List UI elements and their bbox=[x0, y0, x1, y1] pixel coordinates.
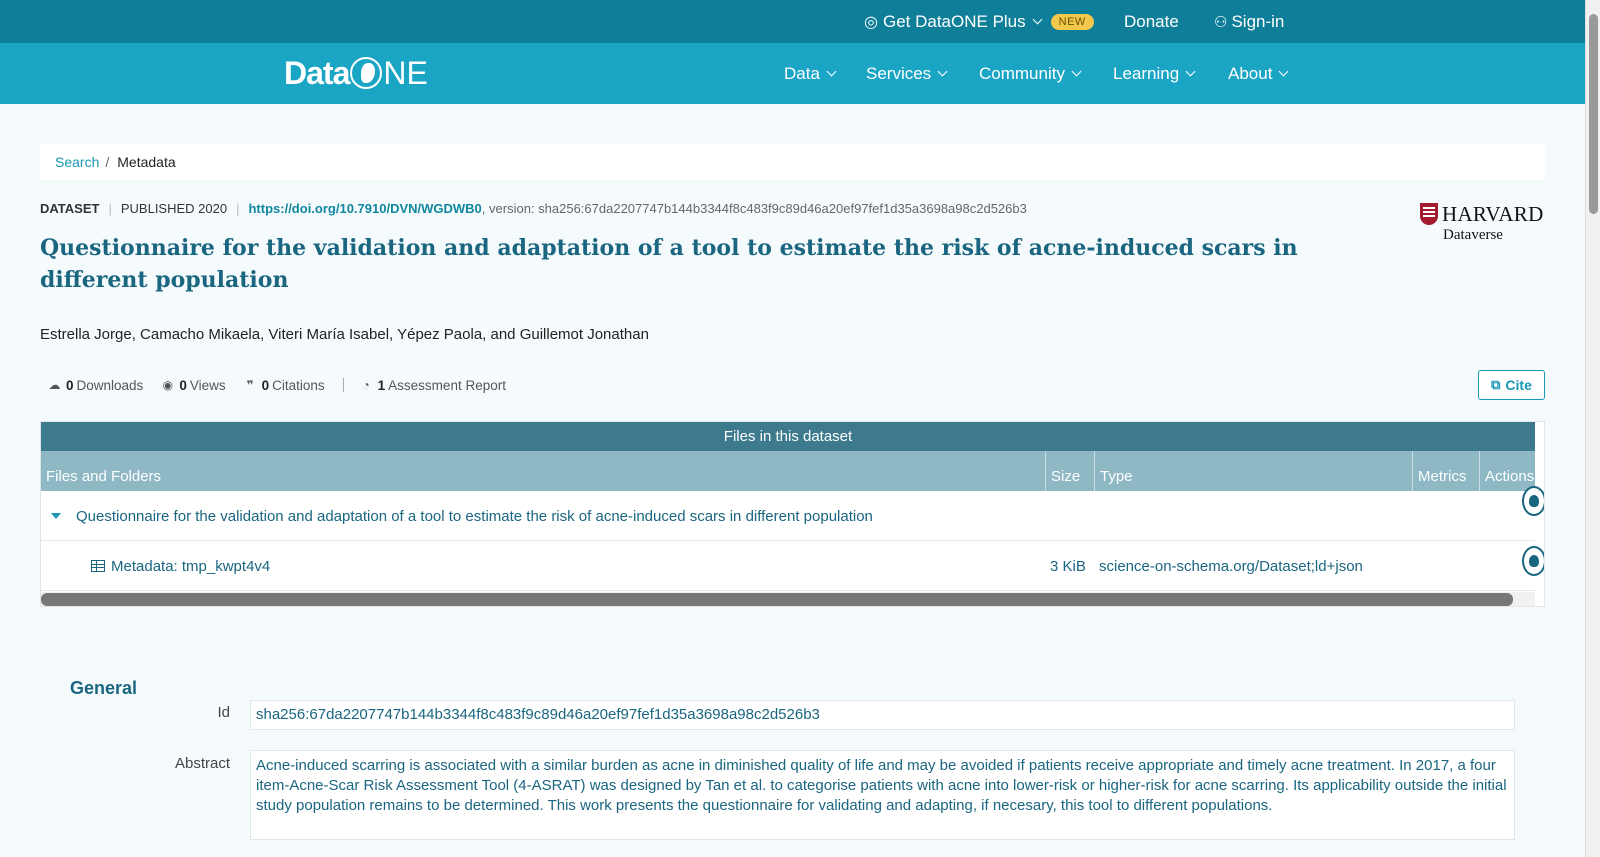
metadata-action-icon[interactable] bbox=[1522, 546, 1544, 576]
general-section-heading: General bbox=[70, 678, 138, 698]
nav-community-label: Community bbox=[979, 63, 1065, 83]
column-actions[interactable]: Actions bbox=[1479, 451, 1535, 491]
downloads-label: Downloads bbox=[76, 377, 144, 393]
downloads-count: 0 bbox=[66, 377, 74, 393]
globe-plus-icon: ◎ bbox=[864, 13, 878, 31]
donate-link[interactable]: Donate bbox=[1124, 0, 1179, 43]
dataset-title: Questionnaire for the validation and ada… bbox=[40, 235, 1298, 293]
views-count: 0 bbox=[179, 377, 187, 393]
dataset-metrics: ☁ 0 Downloads ◉ 0 Views ❞ 0 Citations ◔ … bbox=[48, 375, 524, 395]
assessment-label: Assessment Report bbox=[388, 377, 506, 393]
citations-count: 0 bbox=[261, 377, 270, 393]
logo-text-data: Data bbox=[284, 54, 350, 91]
chevron-down-icon bbox=[1032, 14, 1043, 25]
cloud-download-icon: ☁ bbox=[48, 377, 61, 392]
gauge-icon: ◔ bbox=[362, 377, 370, 392]
package-row[interactable]: Questionnaire for the validation and ada… bbox=[41, 486, 1544, 541]
nav-about[interactable]: About bbox=[1228, 43, 1289, 104]
copy-icon: ⧉ bbox=[1491, 377, 1501, 392]
breadcrumb: Search / Metadata bbox=[40, 144, 1545, 180]
repository-logo[interactable]: HARVARD Dataverse bbox=[1420, 202, 1545, 246]
get-dataone-plus-label: Get DataONE Plus bbox=[882, 11, 1026, 31]
id-value: sha256:67da2207747b144b3344f8c483f9c89d4… bbox=[250, 700, 1515, 730]
metadata-file-name-cell[interactable]: Metadata: tmp_kwpt4v4 bbox=[91, 541, 270, 591]
published-year: PUBLISHED 2020 bbox=[120, 200, 228, 216]
repository-logo-line2: Dataverse bbox=[1443, 227, 1503, 243]
metadata-file-row[interactable]: Metadata: tmp_kwpt4v4 3 KiB science-on-s… bbox=[41, 541, 1544, 591]
dataset-meta-line: DATASET | PUBLISHED 2020 | https://doi.o… bbox=[40, 199, 1027, 217]
quote-icon: ❞ bbox=[246, 377, 254, 392]
nav-services-label: Services bbox=[866, 63, 932, 83]
citations-label: Citations bbox=[272, 377, 325, 393]
metadata-file-name: Metadata: tmp_kwpt4v4 bbox=[111, 557, 271, 575]
harvard-shield-icon bbox=[1420, 203, 1438, 225]
collapse-caret-icon[interactable] bbox=[51, 491, 61, 541]
chevron-down-icon bbox=[937, 66, 948, 77]
nav-learning[interactable]: Learning bbox=[1113, 43, 1196, 104]
files-table-scrollbar-thumb[interactable] bbox=[41, 593, 1513, 606]
dataone-logo[interactable]: Data NE bbox=[284, 54, 428, 92]
column-files-and-folders[interactable]: Files and Folders bbox=[41, 451, 1045, 491]
dataset-authors: Estrella Jorge, Camacho Mikaela, Viteri … bbox=[40, 326, 649, 343]
divider: | bbox=[236, 200, 240, 216]
downloads-metric[interactable]: ☁ 0 Downloads bbox=[48, 377, 144, 393]
table-icon bbox=[91, 560, 105, 572]
eye-icon: ◉ bbox=[162, 377, 174, 392]
doi-link[interactable]: https://doi.org/10.7910/DVN/WGDWB0 bbox=[248, 201, 481, 216]
chevron-down-icon bbox=[1185, 66, 1196, 77]
metadata-file-size: 3 KiB bbox=[1050, 557, 1086, 575]
nav-data-label: Data bbox=[784, 63, 820, 83]
user-icon: ⚇ bbox=[1214, 13, 1228, 31]
sign-in-label: Sign-in bbox=[1231, 11, 1285, 31]
nav-services[interactable]: Services bbox=[866, 43, 948, 104]
metadata-file-type: science-on-schema.org/Dataset;ld+json bbox=[1099, 557, 1363, 575]
logo-globe-icon bbox=[350, 57, 383, 89]
nav-community[interactable]: Community bbox=[979, 43, 1082, 104]
id-label: Id bbox=[217, 704, 230, 721]
get-dataone-plus-menu[interactable]: ◎ Get DataONE Plus NEW bbox=[864, 0, 1094, 43]
divider bbox=[342, 378, 344, 392]
page-scrollbar-thumb[interactable] bbox=[1589, 14, 1598, 214]
top-utility-bar: ◎ Get DataONE Plus NEW Donate ⚇ Sign-in bbox=[0, 0, 1585, 43]
assessment-report-metric[interactable]: ◔ 1 Assessment Report bbox=[360, 378, 506, 393]
dataset-kind: DATASET bbox=[40, 200, 100, 216]
column-metrics[interactable]: Metrics bbox=[1412, 451, 1479, 491]
nav-data[interactable]: Data bbox=[784, 43, 837, 104]
package-name[interactable]: Questionnaire for the validation and ada… bbox=[76, 491, 873, 541]
chevron-down-icon bbox=[1278, 66, 1289, 77]
chevron-down-icon bbox=[1071, 66, 1082, 77]
repository-logo-line1: HARVARD bbox=[1442, 202, 1544, 226]
breadcrumb-search-link[interactable]: Search bbox=[55, 154, 99, 170]
files-table-title: Files in this dataset bbox=[41, 422, 1535, 451]
files-table-columns: Files and Folders Size Type Metrics Acti… bbox=[41, 451, 1535, 491]
main-navbar: Data NE Data Services Community Learning… bbox=[0, 43, 1585, 104]
new-badge: NEW bbox=[1050, 13, 1094, 30]
nav-learning-label: Learning bbox=[1113, 63, 1180, 83]
logo-text-ne: NE bbox=[383, 54, 428, 91]
page-scrollbar[interactable] bbox=[1585, 0, 1600, 857]
cite-label: Cite bbox=[1505, 377, 1532, 393]
column-size[interactable]: Size bbox=[1045, 451, 1094, 491]
cite-button[interactable]: ⧉ Cite bbox=[1478, 370, 1545, 400]
column-type[interactable]: Type bbox=[1094, 451, 1412, 491]
breadcrumb-current: Metadata bbox=[117, 154, 176, 170]
files-table: Files in this dataset Files and Folders … bbox=[40, 421, 1545, 607]
sign-in-link[interactable]: ⚇ Sign-in bbox=[1214, 0, 1284, 43]
assessment-count: 1 bbox=[377, 377, 386, 393]
package-action-icon[interactable] bbox=[1522, 486, 1544, 516]
abstract-label: Abstract bbox=[174, 755, 230, 772]
views-label: Views bbox=[189, 377, 226, 393]
divider: | bbox=[108, 200, 112, 216]
chevron-down-icon bbox=[826, 66, 837, 77]
nav-about-label: About bbox=[1228, 63, 1273, 83]
views-metric[interactable]: ◉ 0 Views bbox=[161, 377, 226, 393]
files-table-horizontal-scrollbar[interactable] bbox=[41, 592, 1535, 606]
breadcrumb-separator: / bbox=[105, 154, 110, 170]
citations-metric[interactable]: ❞ 0 Citations bbox=[244, 378, 325, 393]
abstract-value: Acne-induced scarring is associated with… bbox=[250, 750, 1515, 840]
version-hash: , version: sha256:67da2207747b144b3344f8… bbox=[481, 200, 1027, 216]
